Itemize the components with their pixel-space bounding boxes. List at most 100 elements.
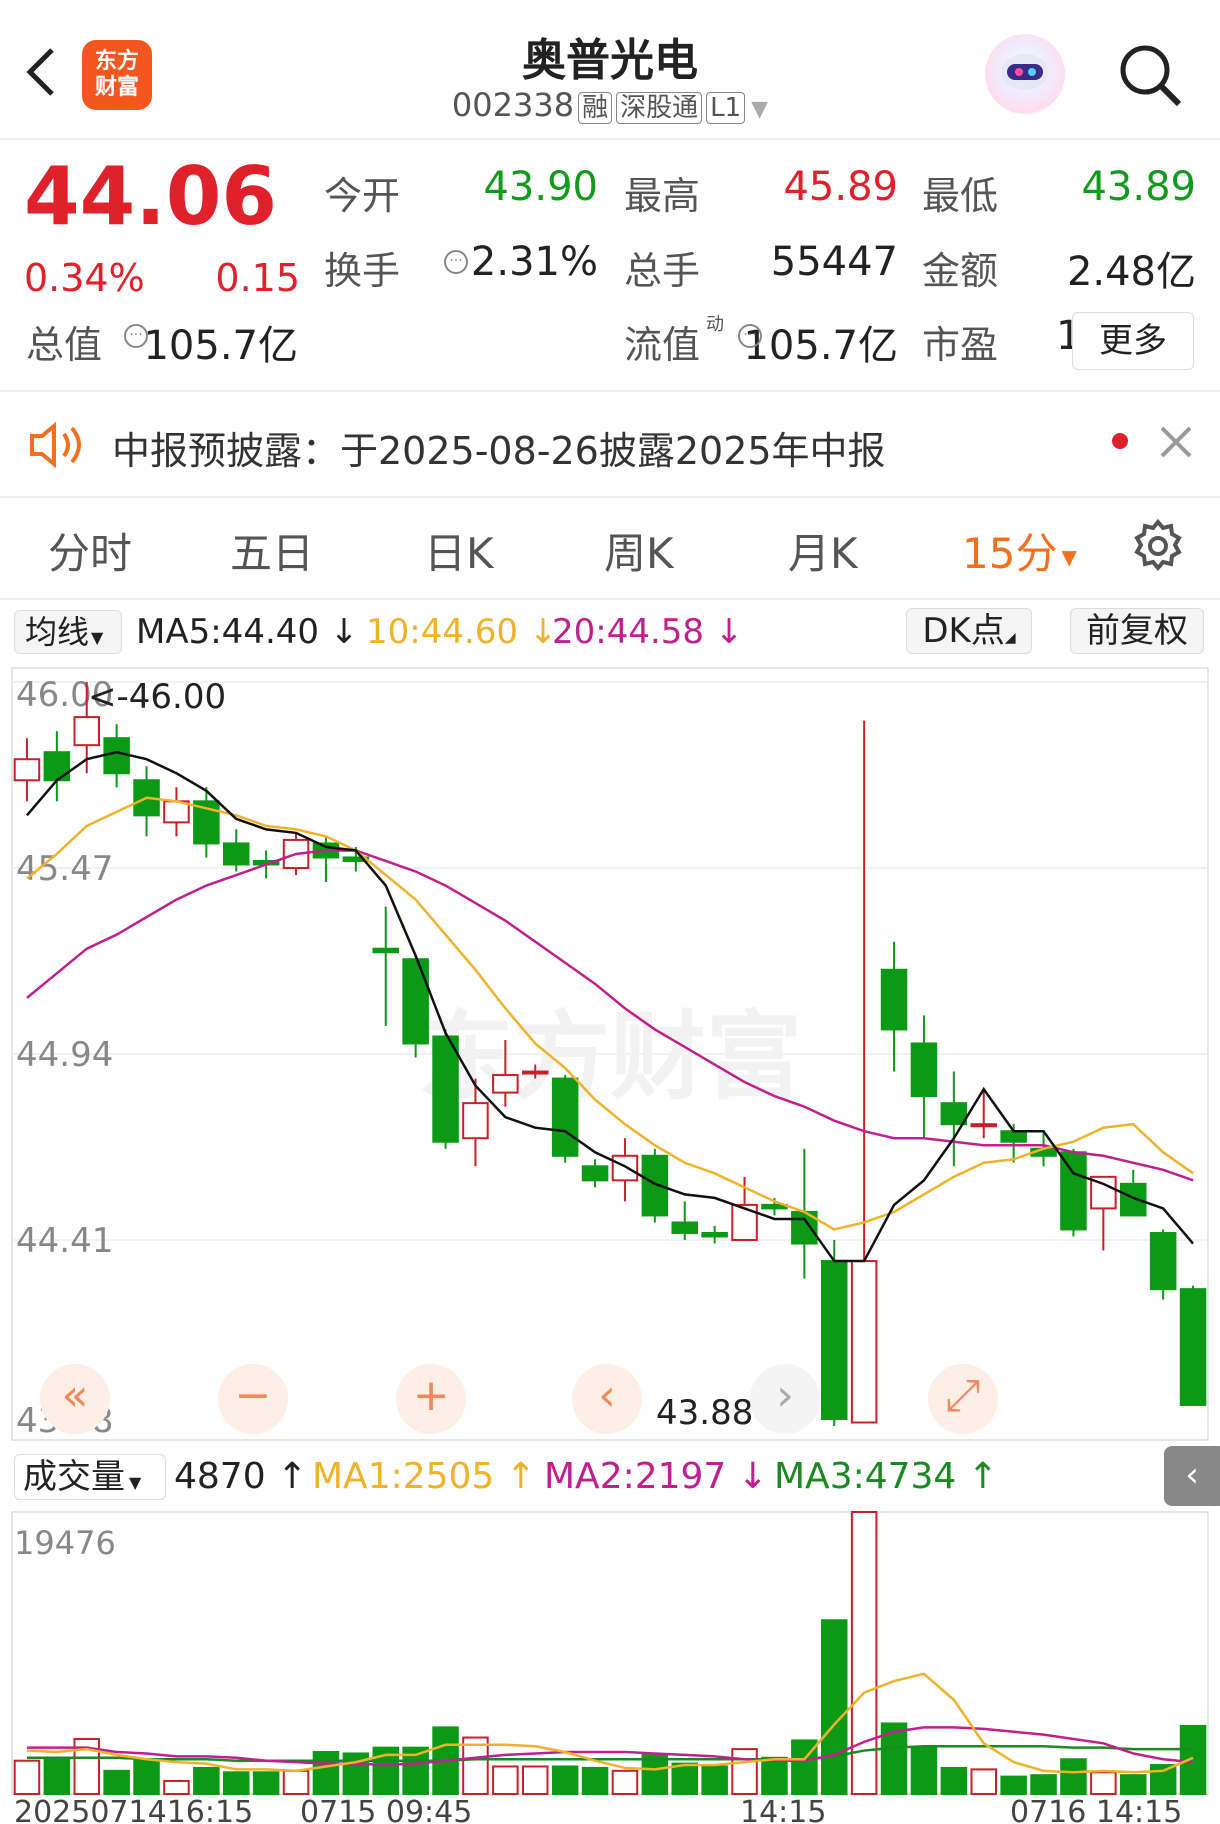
volume-bar bbox=[312, 1751, 340, 1795]
vol-ma2-value: MA2:2197 bbox=[544, 1456, 727, 1497]
volume-bar bbox=[820, 1619, 848, 1795]
volume-bar bbox=[282, 1769, 310, 1796]
pe-dynamic-mark: 动 bbox=[706, 314, 724, 335]
candle-body bbox=[551, 1077, 579, 1157]
divider bbox=[0, 390, 1220, 392]
top-bar: 东方财富 奥普光电 002338 融深股通 L1 ▼ bbox=[0, 0, 1220, 140]
collapse-panel-button[interactable]: ‹ bbox=[1164, 1446, 1220, 1506]
candle-body bbox=[671, 1221, 699, 1234]
info-icon[interactable]: ··· bbox=[124, 324, 148, 348]
candle-body bbox=[970, 1123, 998, 1128]
ma5-value: MA5:44.40 bbox=[136, 612, 320, 652]
volume-bar bbox=[611, 1769, 639, 1796]
volume-bar bbox=[731, 1748, 758, 1795]
vol-ma2-readout: MA2:2197 ↓ bbox=[544, 1456, 768, 1497]
dk-point-label: DK点 bbox=[922, 611, 1005, 651]
y-axis-label: 44.94 bbox=[16, 1035, 113, 1075]
candle-body bbox=[372, 947, 400, 954]
x-axis-label: 2025071416:15 bbox=[14, 1795, 253, 1824]
volume-bar bbox=[193, 1766, 220, 1796]
next-button[interactable]: › bbox=[750, 1364, 820, 1434]
high-marker: <-46.00 bbox=[88, 677, 226, 717]
volume-bar bbox=[103, 1769, 130, 1796]
quote-value: 55447 bbox=[770, 239, 898, 285]
volume-chart[interactable]: 19476 2025071416:15 0715 09:45 14:15 0716 14… bbox=[0, 1504, 1220, 1824]
candle-body bbox=[43, 751, 71, 782]
vol-ma1-readout: MA1:2505 ↑ bbox=[312, 1456, 536, 1497]
vol-ma3-value: MA3:4734 bbox=[774, 1456, 957, 1497]
tab-15min[interactable]: 15分 ▼ bbox=[962, 520, 1077, 581]
volume-bar bbox=[13, 1759, 41, 1796]
zoom-out-button[interactable]: − bbox=[218, 1364, 288, 1434]
volume-bar bbox=[761, 1756, 788, 1796]
dk-point-button[interactable]: DK点◢ bbox=[906, 608, 1032, 654]
more-button[interactable]: 更多 bbox=[1072, 312, 1194, 370]
corner-icon: ◢ bbox=[1004, 630, 1016, 646]
ma10-readout: 10:44.60 ↓ bbox=[366, 612, 557, 652]
volume-bar bbox=[492, 1765, 519, 1796]
fullscreen-button[interactable]: ⤢ bbox=[928, 1364, 998, 1434]
dropdown-icon: ▼ bbox=[1061, 544, 1077, 569]
indicator-select[interactable]: 均线 ▼ bbox=[14, 610, 122, 654]
tab-intraday[interactable]: 分时 bbox=[48, 520, 132, 581]
tab-daily-k[interactable]: 日K bbox=[424, 520, 494, 581]
volume-bar bbox=[940, 1766, 968, 1796]
info-icon[interactable]: ··· bbox=[738, 324, 762, 348]
volume-bar bbox=[701, 1765, 728, 1796]
x-axis-label: 0715 09:45 bbox=[300, 1795, 472, 1824]
gear-icon[interactable] bbox=[1130, 518, 1186, 574]
vol-ma3-readout: MA3:4734 ↑ bbox=[774, 1456, 998, 1497]
ma20-arrow: ↓ bbox=[714, 612, 744, 652]
notice-text[interactable]: 中报预披露：于2025-08-26披露2025年中报 bbox=[112, 420, 886, 475]
candle-body bbox=[880, 968, 908, 1031]
candle-body bbox=[820, 1260, 848, 1420]
y-axis-label: 44.41 bbox=[16, 1221, 113, 1261]
candle-body bbox=[1179, 1288, 1207, 1406]
tab-weekly-k[interactable]: 周K bbox=[604, 520, 674, 581]
stock-code: 002338 bbox=[451, 86, 575, 124]
volume-bar bbox=[1149, 1764, 1177, 1796]
volume-select[interactable]: 成交量 ▼ bbox=[14, 1454, 166, 1500]
candle-body bbox=[850, 1260, 878, 1424]
volume-arrow: ↑ bbox=[277, 1456, 308, 1497]
x-axis-label: 14:15 bbox=[740, 1795, 826, 1824]
ma5-readout: MA5:44.40 ↓ bbox=[136, 612, 358, 652]
tag-connect: 深股通 bbox=[616, 92, 703, 124]
previous-button[interactable]: ‹ bbox=[572, 1364, 642, 1434]
info-icon[interactable]: ··· bbox=[444, 250, 468, 274]
close-icon[interactable] bbox=[1158, 424, 1194, 460]
volume-bar bbox=[521, 1765, 549, 1796]
candle-body bbox=[581, 1165, 609, 1182]
rewind-button[interactable]: « bbox=[40, 1364, 110, 1434]
x-axis-label: 0716 14:15 bbox=[1010, 1795, 1182, 1824]
tab-monthly-k[interactable]: 月K bbox=[788, 520, 858, 581]
robot-avatar-icon[interactable] bbox=[985, 34, 1065, 114]
candle-body bbox=[701, 1231, 728, 1238]
candle-body bbox=[940, 1102, 968, 1126]
candle-body bbox=[521, 1070, 549, 1075]
change-amount: 0.15 bbox=[215, 256, 300, 300]
volume-bar bbox=[1090, 1771, 1117, 1796]
candle-body bbox=[1149, 1231, 1177, 1291]
quote-value: 105.7亿 bbox=[143, 323, 298, 369]
tab-five-day[interactable]: 五日 bbox=[230, 520, 314, 581]
search-icon[interactable] bbox=[1115, 40, 1185, 110]
zoom-in-button[interactable]: + bbox=[396, 1364, 466, 1434]
candle-body bbox=[432, 1035, 459, 1143]
adjust-button[interactable]: 前复权 bbox=[1070, 608, 1204, 654]
dropdown-icon: ▼ bbox=[751, 97, 769, 122]
divider bbox=[0, 598, 1220, 600]
candle-body bbox=[462, 1102, 489, 1140]
ma20-value: 20:44.58 bbox=[552, 612, 705, 652]
candlestick-chart[interactable]: 东方财富46.0045.4744.9444.4143.88<-46.0043.8… bbox=[0, 660, 1220, 1450]
y-axis-label: 45.47 bbox=[16, 849, 113, 889]
volume-readout: 4870 ↑ bbox=[174, 1456, 307, 1497]
volume-bar bbox=[163, 1779, 190, 1795]
change-percent: 0.34% bbox=[24, 256, 145, 300]
candle-body bbox=[73, 716, 101, 747]
ma10-value: 10:44.60 bbox=[366, 612, 519, 652]
volume-select-label: 成交量 bbox=[23, 1457, 125, 1497]
volume-bar bbox=[581, 1766, 609, 1796]
volume-bar bbox=[1179, 1724, 1207, 1795]
volume-bar bbox=[671, 1762, 699, 1796]
